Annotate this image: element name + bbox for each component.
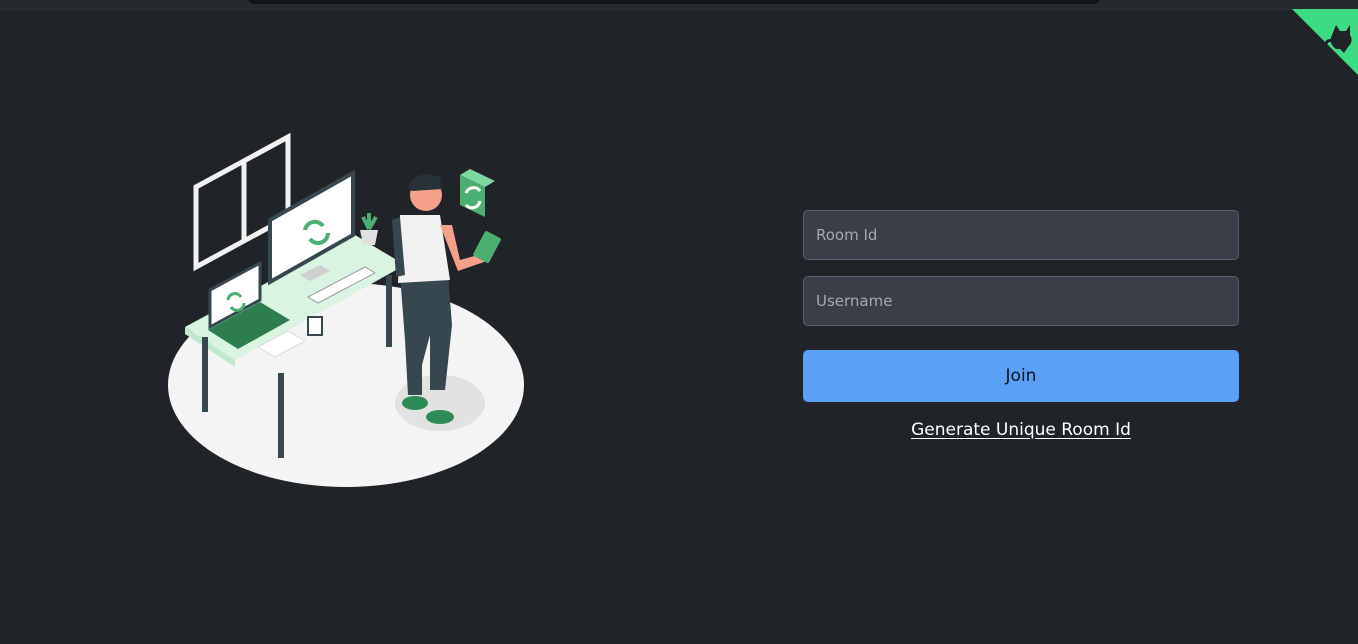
username-input[interactable] <box>803 276 1239 326</box>
desk-leg-left <box>202 337 208 412</box>
join-button[interactable]: Join <box>803 350 1239 402</box>
shoe-right <box>426 410 454 424</box>
app-page: Join Generate Unique Room Id <box>0 0 1358 644</box>
desk-leg-back <box>386 275 392 347</box>
github-octocat-icon[interactable] <box>1292 9 1358 75</box>
person-hair <box>408 174 442 191</box>
shoe-left <box>402 396 428 410</box>
plant-leaves <box>361 213 378 231</box>
workspace-illustration <box>168 132 524 487</box>
join-room-form: Join Generate Unique Room Id <box>803 210 1239 440</box>
top-bar-pill <box>248 0 1100 4</box>
top-bar <box>0 0 1358 10</box>
generate-room-id-link[interactable]: Generate Unique Room Id <box>803 420 1239 440</box>
coffee-cup <box>307 316 323 336</box>
room-id-input[interactable] <box>803 210 1239 260</box>
desk-leg-front <box>278 373 284 458</box>
plant-pot <box>360 230 378 245</box>
